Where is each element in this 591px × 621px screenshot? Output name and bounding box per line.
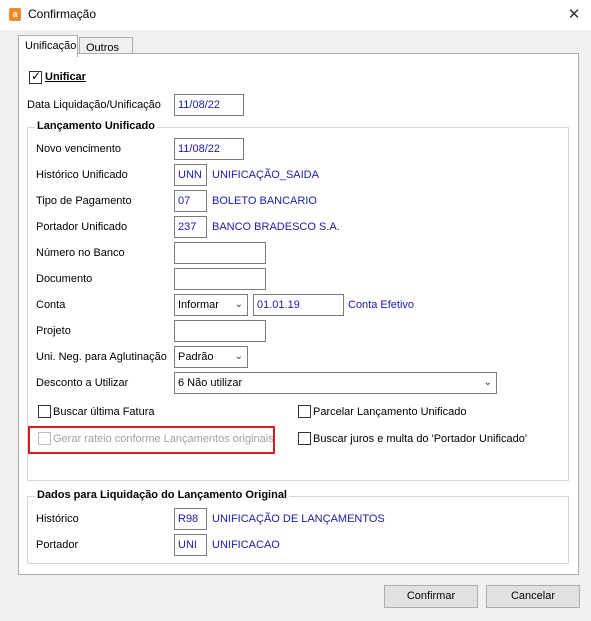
liq-historico-label: Histórico bbox=[36, 513, 79, 525]
buscar-fatura-checkbox[interactable] bbox=[38, 405, 51, 418]
buscar-juros-checkbox[interactable] bbox=[298, 432, 311, 445]
portador-unificado-code[interactable]: 237 bbox=[174, 216, 207, 238]
lancamento-unificado-title: Lançamento Unificado bbox=[35, 120, 157, 132]
conta-select-value: Informar bbox=[178, 299, 219, 311]
documento-label: Documento bbox=[36, 273, 93, 285]
historico-unificado-code[interactable]: UNN bbox=[174, 164, 207, 186]
desconto-label: Desconto a Utilizar bbox=[36, 377, 129, 389]
conta-input[interactable]: 01.01.19 bbox=[253, 294, 344, 316]
numero-banco-input[interactable] bbox=[174, 242, 266, 264]
desconto-select-value: 6 Não utilizar bbox=[178, 377, 243, 389]
historico-unificado-desc: UNIFICAÇÃO_SAIDA bbox=[212, 169, 319, 181]
novo-vencimento-label: Novo vencimento bbox=[36, 143, 121, 155]
uni-neg-label: Uni. Neg. para Aglutinação bbox=[36, 351, 167, 363]
window-title: Confirmação bbox=[28, 7, 97, 21]
check-mark-icon: ✓ bbox=[31, 69, 42, 83]
chevron-down-icon: ⌄ bbox=[234, 299, 243, 310]
close-icon[interactable]: ✕ bbox=[557, 0, 591, 30]
tipo-pagamento-code[interactable]: 07 bbox=[174, 190, 207, 212]
chevron-down-icon: ⌄ bbox=[483, 377, 492, 388]
buscar-juros-label: Buscar juros e multa do 'Portador Unific… bbox=[313, 433, 527, 445]
projeto-input[interactable] bbox=[174, 320, 266, 342]
unificar-label: Unificar bbox=[45, 71, 86, 83]
historico-unificado-label: Histórico Unificado bbox=[36, 169, 128, 181]
conta-select[interactable]: Informar ⌄ bbox=[174, 294, 248, 316]
conta-desc: Conta Efetivo bbox=[348, 299, 415, 311]
tipo-pagamento-desc: BOLETO BANCARIO bbox=[212, 195, 317, 207]
uni-neg-select[interactable]: Padrão ⌄ bbox=[174, 346, 248, 368]
portador-unificado-label: Portador Unificado bbox=[36, 221, 128, 233]
liq-portador-code[interactable]: UNI bbox=[174, 534, 207, 556]
title-bar: a Confirmação ✕ bbox=[0, 0, 591, 30]
unificar-checkbox[interactable]: ✓ bbox=[29, 69, 42, 84]
confirmar-button[interactable]: Confirmar bbox=[384, 585, 478, 608]
liq-portador-desc: UNIFICACAO bbox=[212, 539, 280, 551]
parcelar-checkbox[interactable] bbox=[298, 405, 311, 418]
buscar-fatura-label: Buscar última Fatura bbox=[53, 406, 155, 418]
app-icon: a bbox=[9, 8, 21, 21]
desconto-select[interactable]: 6 Não utilizar ⌄ bbox=[174, 372, 497, 394]
novo-vencimento-input[interactable]: 11/08/22 bbox=[174, 138, 244, 160]
uni-neg-select-value: Padrão bbox=[178, 351, 214, 363]
tipo-pagamento-label: Tipo de Pagamento bbox=[36, 195, 132, 207]
numero-banco-label: Número no Banco bbox=[36, 247, 125, 259]
projeto-label: Projeto bbox=[36, 325, 71, 337]
liquidacao-title: Dados para Liquidação do Lançamento Orig… bbox=[35, 489, 289, 501]
tab-unificacao[interactable]: Unificação bbox=[18, 35, 78, 57]
data-liquidacao-label: Data Liquidação/Unificação bbox=[27, 99, 161, 111]
portador-unificado-desc: BANCO BRADESCO S.A. bbox=[212, 221, 340, 233]
conta-label: Conta bbox=[36, 299, 66, 311]
data-liquidacao-input[interactable]: 11/08/22 bbox=[174, 94, 244, 116]
liq-portador-label: Portador bbox=[36, 539, 79, 551]
parcelar-label: Parcelar Lançamento Unificado bbox=[313, 406, 467, 418]
chevron-down-icon: ⌄ bbox=[234, 351, 243, 362]
liq-historico-code[interactable]: R98 bbox=[174, 508, 207, 530]
documento-input[interactable] bbox=[174, 268, 266, 290]
liquidacao-group bbox=[27, 496, 569, 564]
cancelar-button[interactable]: Cancelar bbox=[486, 585, 580, 608]
highlight-box bbox=[28, 426, 275, 454]
liq-historico-desc: UNIFICAÇÃO DE LANÇAMENTOS bbox=[212, 513, 385, 525]
